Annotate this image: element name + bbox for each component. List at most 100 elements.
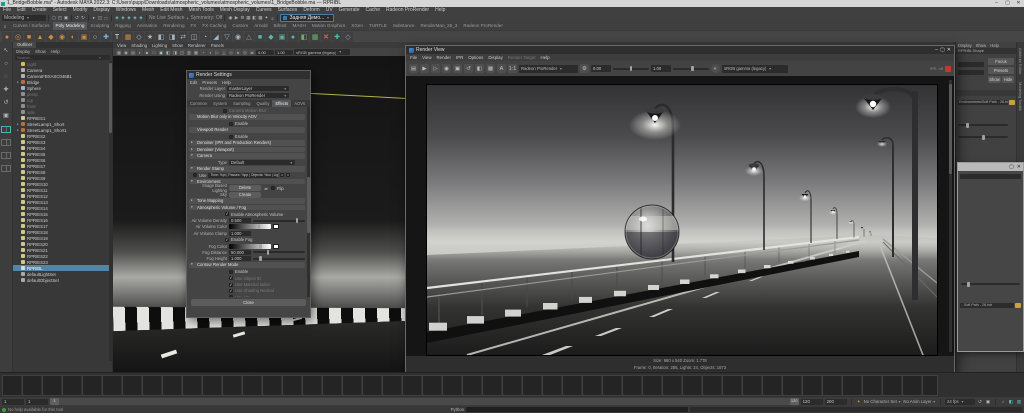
viewport-menu-item[interactable]: Renderer xyxy=(188,43,206,48)
shelf-tool-icon[interactable]: ○ xyxy=(90,32,100,42)
fog-height-slider[interactable] xyxy=(253,258,305,260)
shelf-tab[interactable]: Rendering xyxy=(160,22,187,30)
selection-mode-icon[interactable]: □ xyxy=(103,15,109,21)
exposure-field[interactable]: 0.00 xyxy=(591,65,611,72)
shelf-tool-icon[interactable]: ▲ xyxy=(35,32,45,42)
float-path-field[interactable]: ...Soft Path - 26.hdr xyxy=(960,303,1014,308)
shelf-tab[interactable]: Curves / Surfaces xyxy=(10,22,53,30)
shelf-tool-icon[interactable]: ▦ xyxy=(310,32,320,42)
viewport-toggle-icon[interactable]: ◫ xyxy=(179,49,185,55)
outliner-tab[interactable]: Outliner xyxy=(13,42,36,48)
shelf-tab[interactable]: Custom xyxy=(229,22,251,30)
shelf-tab[interactable]: Substance xyxy=(390,22,418,30)
slider-handle[interactable] xyxy=(982,135,985,140)
shelf-tab[interactable]: TURTLE xyxy=(366,22,390,30)
viewport-render-header[interactable]: Viewport Render xyxy=(189,127,305,133)
attribute-editor-tab[interactable]: RPRIBLShape xyxy=(956,48,1016,54)
auto-key-icon[interactable]: ▣ xyxy=(985,399,991,405)
motion-blur-velocity-header[interactable]: Motion Blur only in Velocity AOV xyxy=(189,114,305,120)
viewport-menu-item[interactable]: View xyxy=(117,43,126,48)
contrast-slider[interactable] xyxy=(673,68,709,70)
time-slider-ticks[interactable] xyxy=(2,375,938,396)
search-input[interactable] xyxy=(15,55,99,60)
character-set-dropdown[interactable]: No Character Set▼ xyxy=(864,399,902,404)
attribute-editor-menu-item[interactable]: Display xyxy=(958,43,972,48)
render-stamp-use-checkbox[interactable] xyxy=(193,173,197,177)
render-view-menu-item[interactable]: IPR xyxy=(456,55,463,60)
viewport-toggle-icon[interactable]: ▣ xyxy=(158,49,164,55)
stamp-edit-icon[interactable] xyxy=(280,173,284,177)
shelf-tool-icon[interactable]: ● xyxy=(288,32,298,42)
slider-handle[interactable] xyxy=(630,66,633,71)
shelf-tool-icon[interactable]: △ xyxy=(244,32,254,42)
render-settings-scrollbar[interactable] xyxy=(307,107,310,297)
slider-handle[interactable] xyxy=(966,123,969,128)
shelf-tab[interactable]: Bifrost xyxy=(271,22,290,30)
renderer-dropdown[interactable]: Radeon ProRender▼ xyxy=(519,65,578,73)
render-view-tool-icon[interactable]: ▷ xyxy=(431,64,440,73)
layout-split-button[interactable] xyxy=(1,152,11,159)
workspace-dropdown[interactable]: Задняя Демо... ▼ xyxy=(280,14,334,22)
viewport-toggle-icon[interactable]: ◨ xyxy=(172,49,178,55)
viewport-toggle-icon[interactable]: ◑ xyxy=(207,49,213,55)
slider-handle[interactable] xyxy=(296,218,299,223)
shelf-tool-icon[interactable]: ◆ xyxy=(266,32,276,42)
render-settings-tab[interactable]: System xyxy=(210,100,230,107)
stop-ipr-icon[interactable] xyxy=(945,66,951,72)
viewport-menu-item[interactable]: Panels xyxy=(211,43,224,48)
shelf-tab[interactable]: XGen xyxy=(348,22,366,30)
shelf-tool-icon[interactable]: ◎ xyxy=(13,32,23,42)
viewport-menu-item[interactable]: Lighting xyxy=(152,43,167,48)
shelf-tool-icon[interactable]: ◢ xyxy=(211,32,221,42)
live-surface-label[interactable]: No Live Surface xyxy=(149,15,185,21)
outliner-menu-item[interactable]: Help xyxy=(51,49,60,54)
tool-icon[interactable]: ▣ xyxy=(2,111,11,120)
use-material-index-checkbox[interactable]: ✓ xyxy=(229,283,233,287)
menu-item[interactable]: Windows xyxy=(113,7,139,14)
viewport-toggle-icon[interactable]: ◐ xyxy=(137,49,143,55)
undo-redo-icon[interactable]: ↻ xyxy=(80,15,86,21)
menu-item[interactable]: Modify xyxy=(70,7,91,14)
render-settings-tab[interactable]: Common xyxy=(187,100,210,107)
camera-type-dropdown[interactable]: Default▼ xyxy=(229,160,295,166)
colorspace-dropdown[interactable]: sRGB gamma (legacy)▼ xyxy=(722,65,788,73)
stamp-reset-icon[interactable] xyxy=(286,173,290,177)
shelf-tab[interactable]: Animation xyxy=(134,22,160,30)
render-view-menu-item[interactable]: Render xyxy=(437,55,451,60)
render-stamp-field[interactable]: Time: %pt | Passes: %pp | Objects: %so |… xyxy=(208,173,278,178)
anim-layer-dropdown[interactable]: No Anim Layer▼ xyxy=(903,399,936,404)
close-button[interactable]: Close xyxy=(191,299,306,306)
menu-item[interactable]: Surfaces xyxy=(275,7,301,14)
menu-item[interactable]: Deform xyxy=(300,7,322,14)
viewport-menu-item[interactable]: Shading xyxy=(131,43,147,48)
exposure-slider[interactable] xyxy=(613,68,649,70)
viewport-toggle-icon[interactable]: ▷ xyxy=(214,49,220,55)
shelf-tool-icon[interactable]: ◆ xyxy=(46,32,56,42)
enable-atmosphere-checkbox[interactable]: ✓ xyxy=(225,212,229,216)
snap-magnet-icon[interactable]: ◈ xyxy=(138,15,144,21)
menu-item[interactable]: Radeon ProRender xyxy=(383,7,432,14)
maximize-icon[interactable]: ▢ xyxy=(940,47,945,53)
air-volume-density-field[interactable]: 0.500 xyxy=(229,218,251,223)
render-view-menu-item[interactable]: View xyxy=(422,55,431,60)
render-view-scrollbar[interactable] xyxy=(949,80,952,352)
menu-item[interactable]: Display xyxy=(90,7,112,14)
tool-icon[interactable]: ◌ xyxy=(2,72,11,81)
presets-button[interactable]: Presets xyxy=(988,67,1014,74)
range-end-handle[interactable]: 120 xyxy=(790,398,799,405)
focus-button[interactable]: Focus xyxy=(988,58,1014,65)
outliner-menu-item[interactable]: Display xyxy=(16,49,30,54)
use-object-id-checkbox[interactable]: ✓ xyxy=(229,276,233,280)
menu-item[interactable]: Cache xyxy=(363,7,383,14)
viewport-toggle-icon[interactable]: ▩ xyxy=(193,49,199,55)
ae-field[interactable] xyxy=(958,62,984,67)
render-view-menu-item[interactable]: File xyxy=(410,55,417,60)
tool-icon[interactable]: ↖ xyxy=(2,46,11,55)
render-using-dropdown[interactable]: Radeon ProRender▼ xyxy=(227,93,289,99)
viewport-toggle-icon[interactable]: ▤ xyxy=(130,49,136,55)
shelf-tool-icon[interactable]: ● xyxy=(2,32,12,42)
slider-handle[interactable] xyxy=(258,224,261,229)
shelf-tool-icon[interactable]: ■ xyxy=(24,32,34,42)
shelf-tab[interactable]: Rigging xyxy=(112,22,134,30)
attribute-editor-menu-item[interactable]: Help xyxy=(990,43,999,48)
